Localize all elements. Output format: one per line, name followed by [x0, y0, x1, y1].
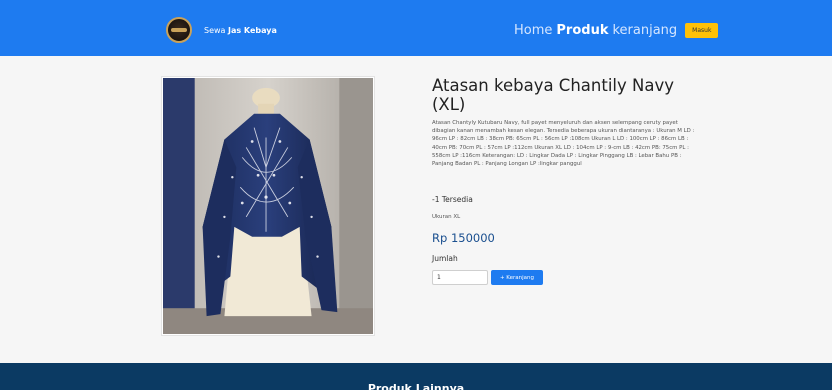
other-products-title: Produk Lainnya [367, 382, 465, 390]
quantity-label: Jumlah [432, 254, 458, 263]
product-description: Atasan Chantyly Kutubaru Navy, full paye… [432, 120, 695, 168]
product-size: Ukuran XL [432, 214, 461, 220]
brand-name: Sewa Jas Kebaya [204, 26, 277, 35]
navbar: Sewa Jas Kebaya Home Produk keranjang Ma… [0, 0, 832, 56]
nav-links: Home Produk keranjang Masuk [514, 23, 719, 38]
product-title: Atasan kebaya Chantily Navy (XL) [432, 76, 674, 114]
footer-section: Produk Lainnya [0, 363, 832, 390]
nav-produk-link[interactable]: Produk [556, 23, 608, 38]
login-button[interactable]: Masuk [685, 23, 719, 38]
brand-link[interactable]: Sewa Jas Kebaya [166, 17, 277, 43]
product-image-illustration [163, 78, 373, 334]
stock-status: -1 Tersedia [432, 195, 473, 204]
quantity-input[interactable] [432, 270, 488, 285]
product-price: Rp 150000 [432, 231, 495, 245]
nav-keranjang-link[interactable]: keranjang [612, 23, 677, 38]
brand-bold: Jas Kebaya [228, 25, 277, 35]
product-info: Atasan kebaya Chantily Navy (XL) Atasan … [432, 76, 702, 168]
nav-home-link[interactable]: Home [514, 23, 552, 38]
brand-prefix: Sewa [204, 25, 228, 35]
add-to-cart-button[interactable]: + Keranjang [491, 270, 543, 285]
brand-logo [166, 17, 192, 43]
product-image [161, 76, 375, 336]
